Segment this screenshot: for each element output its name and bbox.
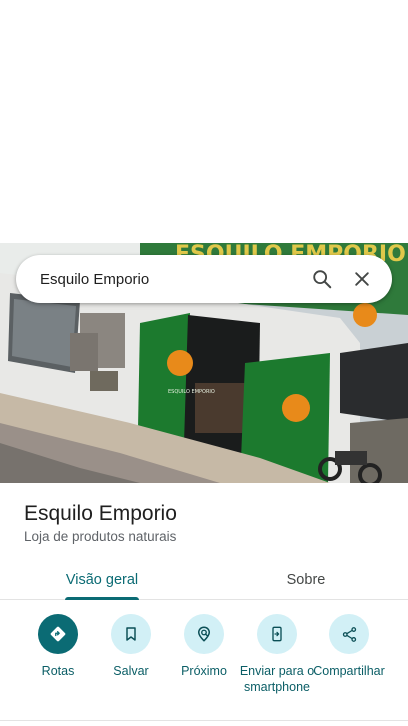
send-to-phone-icon[interactable] <box>257 614 297 654</box>
place-title: Esquilo Emporio <box>24 502 177 525</box>
send-to-phone-label: Enviar para o smartphone <box>239 664 315 694</box>
nearby-label: Próximo <box>181 664 227 678</box>
tab-about[interactable]: Sobre <box>204 560 408 599</box>
send-to-phone-button[interactable]: Enviar para o smartphone <box>237 614 317 695</box>
place-category: Loja de produtos naturais <box>24 529 177 544</box>
share-label: Compartilhar <box>313 664 385 678</box>
tab-overview[interactable]: Visão geral <box>0 560 204 600</box>
divider <box>0 720 408 721</box>
action-buttons: Rotas Salvar Próximo Enviar para o smart… <box>0 614 408 714</box>
nearby-button[interactable]: Próximo <box>164 614 244 679</box>
search-input[interactable]: Esquilo Emporio <box>40 271 302 288</box>
directions-button[interactable]: Rotas <box>18 614 98 679</box>
search-icon[interactable] <box>302 259 342 299</box>
share-button[interactable]: Compartilhar <box>309 614 389 679</box>
directions-label: Rotas <box>41 664 75 678</box>
bookmark-icon[interactable] <box>111 614 151 654</box>
close-icon[interactable] <box>342 259 382 299</box>
directions-icon[interactable] <box>38 614 78 654</box>
save-button[interactable]: Salvar <box>91 614 171 679</box>
nearby-icon[interactable] <box>184 614 224 654</box>
tab-bar: Visão geral Sobre <box>0 560 408 600</box>
save-label: Salvar <box>113 664 149 678</box>
search-bar[interactable]: Esquilo Emporio <box>16 255 392 303</box>
share-icon[interactable] <box>329 614 369 654</box>
door-sign-text: ESQUILO EMPORIO <box>168 389 215 395</box>
blank-map-area <box>0 0 408 243</box>
